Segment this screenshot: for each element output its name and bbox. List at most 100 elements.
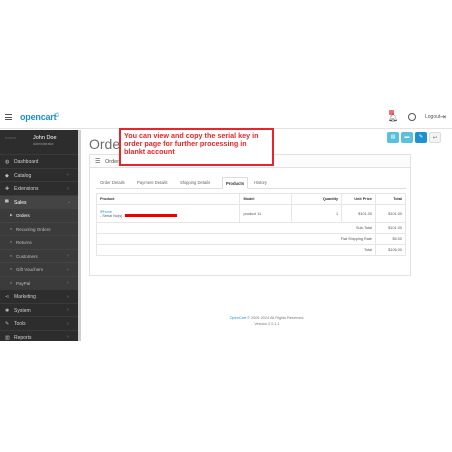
orders-panel: ☰ Orders Order Details Payment Details S… <box>89 154 411 276</box>
table-row: iPhone - Serial No(s) : product 11 1 $10… <box>95 204 406 223</box>
sidebar-item-label: Tools <box>14 321 26 327</box>
sidebar-item-system[interactable]: ✱ System › <box>0 302 78 317</box>
user-profile[interactable]: ▭▭▭ John Doe Administrator <box>0 130 78 154</box>
chevron-right-icon: › <box>67 293 69 300</box>
sidebar-item-label: Sales <box>14 199 27 206</box>
sidebar-item-label: Catalog <box>14 172 32 179</box>
total-label: Sub-Total <box>95 222 377 234</box>
chevron-right-icon: › <box>67 185 69 192</box>
sidebar-item-customers[interactable]: × Customers › <box>0 248 78 262</box>
sidebar-item-recurring-orders[interactable]: × Recurring Orders <box>0 221 78 235</box>
tab-products[interactable]: Products <box>222 177 249 189</box>
col-model: Model <box>239 193 293 205</box>
top-header: opencart ⊐̈ 🔔︎ Logout ⇥ <box>0 107 452 129</box>
product-cell: iPhone - Serial No(s) : <box>95 204 241 223</box>
sidebar-item-gift-vouchers[interactable]: × Gift Vouchers › <box>0 262 78 276</box>
back-button[interactable]: ↩ <box>429 132 441 143</box>
sidebar-item-label: Recurring Orders <box>16 226 51 232</box>
profile-role: Administrator <box>33 142 54 146</box>
col-quantity: Quantity <box>291 193 343 205</box>
col-total: Total <box>375 193 406 205</box>
wrench-icon: ✎ <box>5 321 10 327</box>
total-value: $5.00 <box>375 233 406 245</box>
edit-button[interactable]: ✎ <box>415 132 427 143</box>
sidebar-item-label: Marketing <box>14 294 36 300</box>
sidebar-item-label: Orders <box>16 213 30 218</box>
unit-price-cell: $101.00 <box>341 204 377 223</box>
col-unit-price: Unit Price <box>341 193 377 205</box>
sidebar-item-tools[interactable]: ✎ Tools › <box>0 316 78 330</box>
model-cell: product 11 <box>239 204 293 223</box>
tag-icon: ◆ <box>5 172 9 179</box>
print-invoice-button[interactable]: ▤ <box>387 132 399 143</box>
tab-order-details[interactable]: Order Details <box>100 180 125 185</box>
total-value: $106.00 <box>375 244 406 256</box>
shipping-row: Flat Shipping Rate $5.00 <box>95 233 406 245</box>
sidebar-item-label: Dashboard <box>14 159 39 165</box>
footer-brand-link[interactable]: OpenCart <box>230 316 246 320</box>
sidebar-item-catalog[interactable]: ◆ Catalog › <box>0 167 78 182</box>
sidebar-item-label: Customers <box>16 253 38 259</box>
tab-shipping-details[interactable]: Shipping Details <box>180 180 210 185</box>
menu-toggle-icon[interactable] <box>5 114 12 120</box>
serial-label: - Serial No(s) : <box>100 213 125 218</box>
reply-icon: ↩ <box>432 135 438 141</box>
total-label: Flat Shipping Rate <box>95 233 377 245</box>
sidebar-item-dashboard[interactable]: ◍ Dashboard <box>0 154 78 168</box>
chevron-right-icon: › <box>67 280 69 286</box>
puzzle-icon: ✚ <box>5 186 10 192</box>
sidebar-item-label: Gift Vouchers <box>16 267 44 272</box>
products-table: Product Model Quantity Unit Price Total … <box>95 193 406 256</box>
dashboard-icon: ◍ <box>5 159 10 165</box>
sidebar-item-label: PayPal <box>16 280 31 286</box>
cart-logo-icon: ⊐̈ <box>54 113 60 119</box>
annotation-callout: You can view and copy the serial key in … <box>119 128 274 166</box>
sidebar-item-orders[interactable]: ▶ Orders <box>0 208 78 222</box>
sidebar: ▭▭▭ John Doe Administrator ◍ Dashboard ◆… <box>0 130 78 341</box>
sidebar-item-paypal[interactable]: × PayPal › <box>0 275 78 289</box>
total-label: Total <box>95 244 377 256</box>
footer-copyright: © 2009-2024 All Rights Reserved. <box>247 316 305 320</box>
tab-history[interactable]: History <box>254 180 267 185</box>
chevron-right-icon: › <box>67 307 69 313</box>
total-cell: $101.00 <box>375 204 406 223</box>
col-product: Product <box>95 193 241 205</box>
share-icon: ⋖ <box>5 294 10 300</box>
sidebar-item-extensions[interactable]: ✚ Extensions › <box>0 181 78 195</box>
profile-name: John Doe <box>33 135 57 141</box>
subtotal-row: Sub-Total $101.00 <box>95 222 406 234</box>
total-value: $101.00 <box>375 222 406 234</box>
bell-icon[interactable]: 🔔︎ <box>388 113 398 122</box>
pencil-icon: ✎ <box>418 134 424 140</box>
table-header-row: Product Model Quantity Unit Price Total <box>95 193 406 205</box>
page-footer: OpenCart © 2009-2024 All Rights Reserved… <box>82 316 452 327</box>
help-icon[interactable] <box>408 113 416 121</box>
sidebar-item-returns[interactable]: × Returns <box>0 235 78 249</box>
list-icon: ☰ <box>95 159 101 165</box>
sidebar-item-label: Returns <box>16 240 32 245</box>
serial-redaction <box>125 214 178 217</box>
print-shipping-button[interactable]: ▬ <box>401 132 413 143</box>
chevron-right-icon: › <box>67 334 69 340</box>
cog-icon: ✱ <box>5 307 10 314</box>
cart-icon: ▀ <box>5 199 9 206</box>
tab-bar: Order Details Payment Details Shipping D… <box>96 177 406 189</box>
sidebar-item-reports[interactable]: ▥ Reports › <box>0 329 78 344</box>
sidebar-item-label: Reports <box>14 334 32 341</box>
footer-version: Version 2.0.1.1 <box>254 321 280 326</box>
sign-out-icon[interactable]: ⇥ <box>440 113 446 121</box>
sidebar-item-label: Extensions <box>14 186 39 192</box>
serial-line: - Serial No(s) : <box>100 214 236 218</box>
truck-icon: ▬ <box>404 134 410 140</box>
chevron-down-icon: ⌄ <box>67 199 72 205</box>
sidebar-item-marketing[interactable]: ⋖ Marketing › <box>0 289 78 303</box>
logout-link[interactable]: Logout <box>425 114 440 120</box>
sidebar-item-sales[interactable]: ▀ Sales ⌄ <box>0 194 78 208</box>
chevron-right-icon: › <box>67 253 69 259</box>
bar-chart-icon: ▥ <box>5 334 10 341</box>
tab-payment-details[interactable]: Payment Details <box>137 180 168 185</box>
sidebar-scrollbar[interactable] <box>78 130 81 341</box>
opencart-logo[interactable]: opencart <box>20 112 57 122</box>
sidebar-item-label: System <box>14 307 31 314</box>
chevron-right-icon: › <box>67 266 69 273</box>
